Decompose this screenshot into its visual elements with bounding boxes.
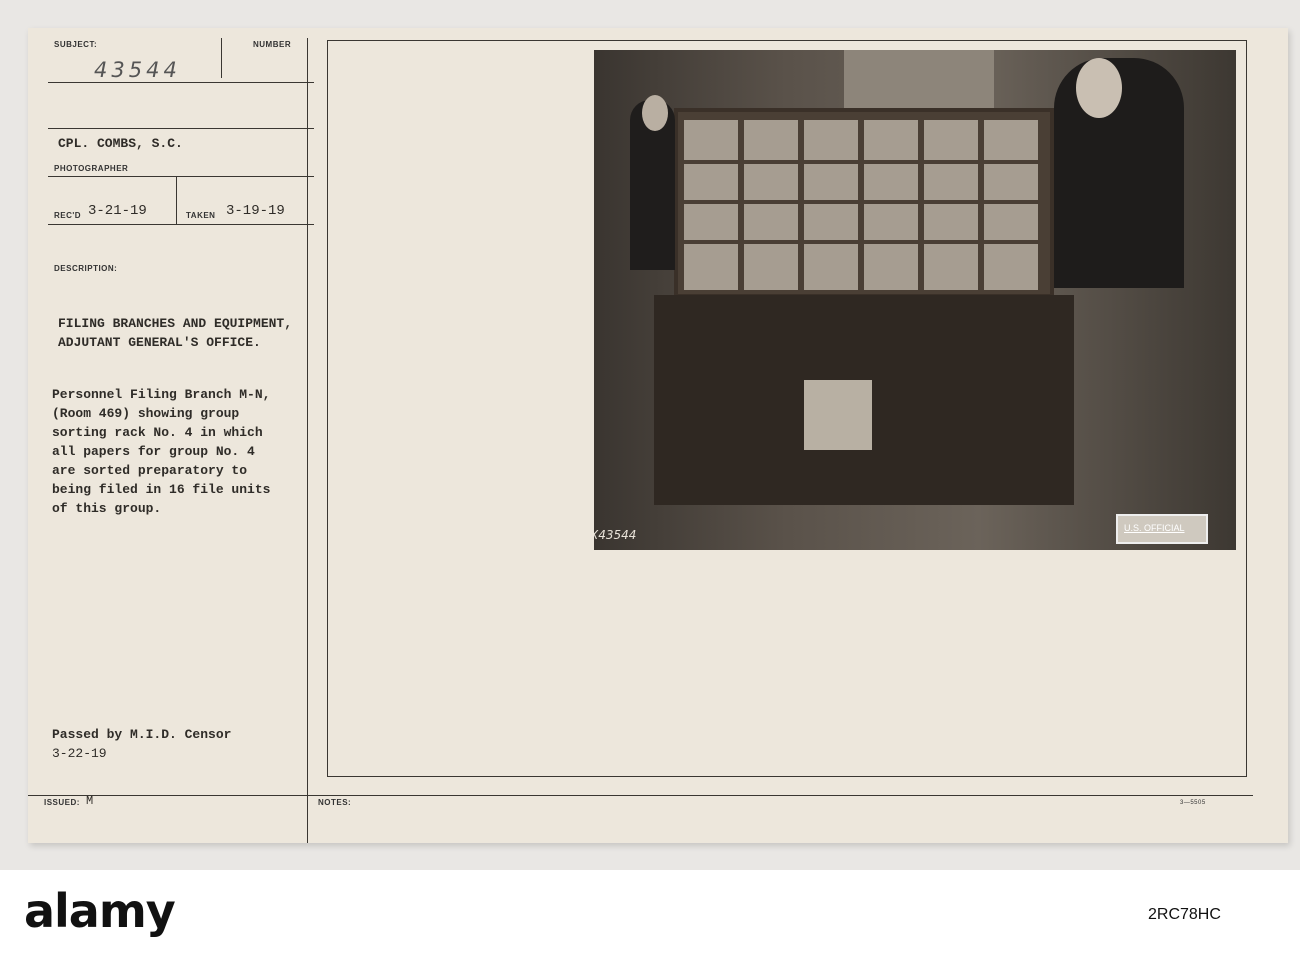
form-number: 3—5505 [1180, 800, 1206, 806]
recd-date: 3-21-19 [88, 203, 147, 219]
notes-label: NOTES: [318, 798, 352, 807]
alamy-logo: alamy [24, 884, 176, 938]
subject-number: 43544 [94, 58, 181, 82]
archival-photograph: X43544 U.S. OFFICIAL [594, 50, 1236, 550]
issued-value: M [86, 794, 94, 808]
description-body: Personnel Filing Branch M-N, (Room 469) … [52, 387, 271, 516]
image-id: 2RC78HC [1148, 906, 1221, 923]
censor-note: Passed by M.I.D. Censor [52, 727, 232, 742]
negative-number: X43544 [594, 528, 637, 542]
taken-label: TAKEN [186, 211, 216, 220]
recd-label: REC'D [54, 211, 82, 220]
stock-footer: alamy 2RC78HC [0, 870, 1300, 961]
description-label: DESCRIPTION: [54, 264, 118, 273]
us-official-stamp: U.S. OFFICIAL [1116, 514, 1208, 544]
subject-label: SUBJECT: [54, 40, 98, 49]
description-title: FILING BRANCHES AND EQUIPMENT, ADJUTANT … [58, 316, 293, 350]
number-label: NUMBER [253, 40, 292, 49]
taken-date: 3-19-19 [226, 203, 285, 219]
photographer-name: CPL. COMBS, S.C. [58, 136, 183, 151]
censor-date: 3-22-19 [52, 746, 107, 761]
issued-label: ISSUED: [44, 798, 80, 807]
photographer-label: PHOTOGRAPHER [54, 164, 129, 173]
